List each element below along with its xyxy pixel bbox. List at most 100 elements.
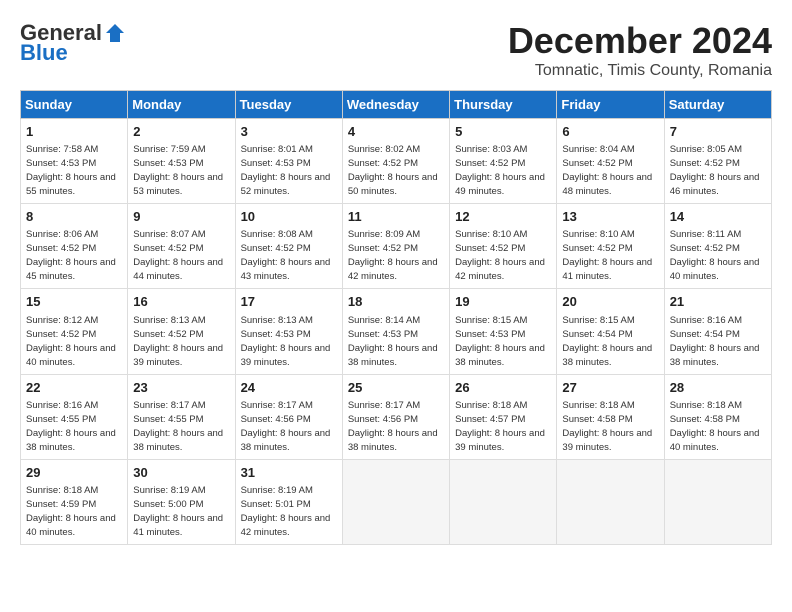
day-number: 17 — [241, 293, 337, 311]
day-cell-4: 4 Sunrise: 8:02 AM Sunset: 4:52 PM Dayli… — [342, 119, 449, 204]
day-cell-10: 10 Sunrise: 8:08 AM Sunset: 4:52 PM Dayl… — [235, 204, 342, 289]
day-info: Sunrise: 7:59 AM Sunset: 4:53 PM Dayligh… — [133, 144, 223, 197]
day-info: Sunrise: 8:13 AM Sunset: 4:53 PM Dayligh… — [241, 315, 331, 368]
empty-cell — [342, 459, 449, 544]
day-number: 3 — [241, 123, 337, 141]
day-info: Sunrise: 8:16 AM Sunset: 4:55 PM Dayligh… — [26, 400, 116, 453]
day-number: 15 — [26, 293, 122, 311]
col-wednesday: Wednesday — [342, 91, 449, 119]
day-info: Sunrise: 8:18 AM Sunset: 4:58 PM Dayligh… — [562, 400, 652, 453]
day-cell-9: 9 Sunrise: 8:07 AM Sunset: 4:52 PM Dayli… — [128, 204, 235, 289]
day-number: 9 — [133, 208, 229, 226]
day-info: Sunrise: 8:14 AM Sunset: 4:53 PM Dayligh… — [348, 315, 438, 368]
day-info: Sunrise: 8:17 AM Sunset: 4:56 PM Dayligh… — [348, 400, 438, 453]
logo: General Blue — [20, 20, 126, 66]
day-cell-31: 31 Sunrise: 8:19 AM Sunset: 5:01 PM Dayl… — [235, 459, 342, 544]
col-friday: Friday — [557, 91, 664, 119]
day-number: 18 — [348, 293, 444, 311]
day-cell-12: 12 Sunrise: 8:10 AM Sunset: 4:52 PM Dayl… — [450, 204, 557, 289]
day-number: 25 — [348, 379, 444, 397]
day-cell-22: 22 Sunrise: 8:16 AM Sunset: 4:55 PM Dayl… — [21, 374, 128, 459]
day-cell-26: 26 Sunrise: 8:18 AM Sunset: 4:57 PM Dayl… — [450, 374, 557, 459]
day-info: Sunrise: 8:03 AM Sunset: 4:52 PM Dayligh… — [455, 144, 545, 197]
day-info: Sunrise: 8:10 AM Sunset: 4:52 PM Dayligh… — [455, 229, 545, 282]
day-cell-17: 17 Sunrise: 8:13 AM Sunset: 4:53 PM Dayl… — [235, 289, 342, 374]
day-info: Sunrise: 8:19 AM Sunset: 5:00 PM Dayligh… — [133, 485, 223, 538]
day-cell-15: 15 Sunrise: 8:12 AM Sunset: 4:52 PM Dayl… — [21, 289, 128, 374]
day-info: Sunrise: 7:58 AM Sunset: 4:53 PM Dayligh… — [26, 144, 116, 197]
day-info: Sunrise: 8:15 AM Sunset: 4:53 PM Dayligh… — [455, 315, 545, 368]
day-cell-24: 24 Sunrise: 8:17 AM Sunset: 4:56 PM Dayl… — [235, 374, 342, 459]
col-sunday: Sunday — [21, 91, 128, 119]
day-info: Sunrise: 8:08 AM Sunset: 4:52 PM Dayligh… — [241, 229, 331, 282]
day-cell-28: 28 Sunrise: 8:18 AM Sunset: 4:58 PM Dayl… — [664, 374, 771, 459]
day-number: 4 — [348, 123, 444, 141]
month-title: December 2024 — [508, 20, 772, 62]
day-cell-21: 21 Sunrise: 8:16 AM Sunset: 4:54 PM Dayl… — [664, 289, 771, 374]
day-number: 8 — [26, 208, 122, 226]
week-row-1: 1 Sunrise: 7:58 AM Sunset: 4:53 PM Dayli… — [21, 119, 772, 204]
day-cell-19: 19 Sunrise: 8:15 AM Sunset: 4:53 PM Dayl… — [450, 289, 557, 374]
logo-icon — [104, 22, 126, 44]
day-number: 29 — [26, 464, 122, 482]
day-number: 30 — [133, 464, 229, 482]
week-row-5: 29 Sunrise: 8:18 AM Sunset: 4:59 PM Dayl… — [21, 459, 772, 544]
day-cell-18: 18 Sunrise: 8:14 AM Sunset: 4:53 PM Dayl… — [342, 289, 449, 374]
day-cell-5: 5 Sunrise: 8:03 AM Sunset: 4:52 PM Dayli… — [450, 119, 557, 204]
day-cell-29: 29 Sunrise: 8:18 AM Sunset: 4:59 PM Dayl… — [21, 459, 128, 544]
day-number: 27 — [562, 379, 658, 397]
empty-cell — [557, 459, 664, 544]
day-cell-27: 27 Sunrise: 8:18 AM Sunset: 4:58 PM Dayl… — [557, 374, 664, 459]
day-number: 21 — [670, 293, 766, 311]
empty-cell — [664, 459, 771, 544]
day-info: Sunrise: 8:12 AM Sunset: 4:52 PM Dayligh… — [26, 315, 116, 368]
day-info: Sunrise: 8:13 AM Sunset: 4:52 PM Dayligh… — [133, 315, 223, 368]
day-info: Sunrise: 8:18 AM Sunset: 4:58 PM Dayligh… — [670, 400, 760, 453]
day-number: 20 — [562, 293, 658, 311]
day-cell-2: 2 Sunrise: 7:59 AM Sunset: 4:53 PM Dayli… — [128, 119, 235, 204]
week-row-4: 22 Sunrise: 8:16 AM Sunset: 4:55 PM Dayl… — [21, 374, 772, 459]
day-info: Sunrise: 8:18 AM Sunset: 4:59 PM Dayligh… — [26, 485, 116, 538]
day-number: 23 — [133, 379, 229, 397]
empty-cell — [450, 459, 557, 544]
day-info: Sunrise: 8:11 AM Sunset: 4:52 PM Dayligh… — [670, 229, 760, 282]
location-title: Tomnatic, Timis County, Romania — [508, 62, 772, 80]
day-number: 22 — [26, 379, 122, 397]
day-number: 11 — [348, 208, 444, 226]
day-cell-7: 7 Sunrise: 8:05 AM Sunset: 4:52 PM Dayli… — [664, 119, 771, 204]
week-row-2: 8 Sunrise: 8:06 AM Sunset: 4:52 PM Dayli… — [21, 204, 772, 289]
day-number: 1 — [26, 123, 122, 141]
col-monday: Monday — [128, 91, 235, 119]
day-cell-20: 20 Sunrise: 8:15 AM Sunset: 4:54 PM Dayl… — [557, 289, 664, 374]
day-info: Sunrise: 8:15 AM Sunset: 4:54 PM Dayligh… — [562, 315, 652, 368]
day-number: 19 — [455, 293, 551, 311]
day-number: 12 — [455, 208, 551, 226]
day-number: 7 — [670, 123, 766, 141]
day-number: 13 — [562, 208, 658, 226]
day-info: Sunrise: 8:06 AM Sunset: 4:52 PM Dayligh… — [26, 229, 116, 282]
day-cell-30: 30 Sunrise: 8:19 AM Sunset: 5:00 PM Dayl… — [128, 459, 235, 544]
page-header: General Blue December 2024 Tomnatic, Tim… — [20, 20, 772, 80]
day-number: 10 — [241, 208, 337, 226]
day-info: Sunrise: 8:07 AM Sunset: 4:52 PM Dayligh… — [133, 229, 223, 282]
day-number: 16 — [133, 293, 229, 311]
calendar-table: Sunday Monday Tuesday Wednesday Thursday… — [20, 90, 772, 545]
day-info: Sunrise: 8:17 AM Sunset: 4:55 PM Dayligh… — [133, 400, 223, 453]
day-number: 2 — [133, 123, 229, 141]
day-info: Sunrise: 8:19 AM Sunset: 5:01 PM Dayligh… — [241, 485, 331, 538]
day-info: Sunrise: 8:04 AM Sunset: 4:52 PM Dayligh… — [562, 144, 652, 197]
day-info: Sunrise: 8:17 AM Sunset: 4:56 PM Dayligh… — [241, 400, 331, 453]
logo-blue: Blue — [20, 40, 68, 66]
title-block: December 2024 Tomnatic, Timis County, Ro… — [508, 20, 772, 80]
day-number: 24 — [241, 379, 337, 397]
day-info: Sunrise: 8:02 AM Sunset: 4:52 PM Dayligh… — [348, 144, 438, 197]
col-saturday: Saturday — [664, 91, 771, 119]
week-row-3: 15 Sunrise: 8:12 AM Sunset: 4:52 PM Dayl… — [21, 289, 772, 374]
day-cell-25: 25 Sunrise: 8:17 AM Sunset: 4:56 PM Dayl… — [342, 374, 449, 459]
header-row: Sunday Monday Tuesday Wednesday Thursday… — [21, 91, 772, 119]
col-tuesday: Tuesday — [235, 91, 342, 119]
day-cell-3: 3 Sunrise: 8:01 AM Sunset: 4:53 PM Dayli… — [235, 119, 342, 204]
day-cell-13: 13 Sunrise: 8:10 AM Sunset: 4:52 PM Dayl… — [557, 204, 664, 289]
day-number: 14 — [670, 208, 766, 226]
col-thursday: Thursday — [450, 91, 557, 119]
